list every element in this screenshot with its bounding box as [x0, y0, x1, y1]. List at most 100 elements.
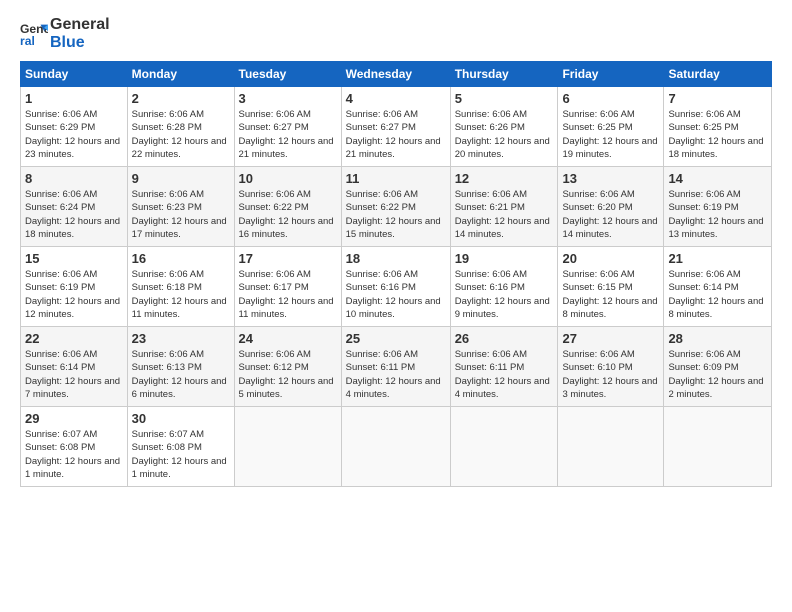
- logo-line2: Blue: [50, 34, 110, 52]
- calendar-cell: [450, 407, 558, 487]
- calendar-cell: 3 Sunrise: 6:06 AM Sunset: 6:27 PM Dayli…: [234, 87, 341, 167]
- day-number: 26: [455, 331, 554, 346]
- calendar-cell: [234, 407, 341, 487]
- day-number: 8: [25, 171, 123, 186]
- day-number: 7: [668, 91, 767, 106]
- day-details: Sunrise: 6:06 AM Sunset: 6:18 PM Dayligh…: [132, 268, 230, 321]
- day-number: 24: [239, 331, 337, 346]
- day-details: Sunrise: 6:06 AM Sunset: 6:29 PM Dayligh…: [25, 108, 123, 161]
- day-details: Sunrise: 6:06 AM Sunset: 6:22 PM Dayligh…: [239, 188, 337, 241]
- day-details: Sunrise: 6:06 AM Sunset: 6:14 PM Dayligh…: [25, 348, 123, 401]
- calendar-cell: 14 Sunrise: 6:06 AM Sunset: 6:19 PM Dayl…: [664, 167, 772, 247]
- calendar-header-row: SundayMondayTuesdayWednesdayThursdayFrid…: [21, 62, 772, 87]
- calendar-cell: 11 Sunrise: 6:06 AM Sunset: 6:22 PM Dayl…: [341, 167, 450, 247]
- day-number: 29: [25, 411, 123, 426]
- calendar-week-1: 1 Sunrise: 6:06 AM Sunset: 6:29 PM Dayli…: [21, 87, 772, 167]
- calendar-cell: 10 Sunrise: 6:06 AM Sunset: 6:22 PM Dayl…: [234, 167, 341, 247]
- day-number: 2: [132, 91, 230, 106]
- calendar-cell: 4 Sunrise: 6:06 AM Sunset: 6:27 PM Dayli…: [341, 87, 450, 167]
- calendar-cell: 19 Sunrise: 6:06 AM Sunset: 6:16 PM Dayl…: [450, 247, 558, 327]
- day-details: Sunrise: 6:06 AM Sunset: 6:19 PM Dayligh…: [668, 188, 767, 241]
- day-number: 16: [132, 251, 230, 266]
- day-number: 23: [132, 331, 230, 346]
- calendar-cell: 17 Sunrise: 6:06 AM Sunset: 6:17 PM Dayl…: [234, 247, 341, 327]
- day-number: 10: [239, 171, 337, 186]
- day-number: 12: [455, 171, 554, 186]
- day-details: Sunrise: 6:06 AM Sunset: 6:23 PM Dayligh…: [132, 188, 230, 241]
- calendar-cell: 25 Sunrise: 6:06 AM Sunset: 6:11 PM Dayl…: [341, 327, 450, 407]
- calendar-cell: 20 Sunrise: 6:06 AM Sunset: 6:15 PM Dayl…: [558, 247, 664, 327]
- day-number: 6: [562, 91, 659, 106]
- day-details: Sunrise: 6:06 AM Sunset: 6:26 PM Dayligh…: [455, 108, 554, 161]
- calendar-cell: 18 Sunrise: 6:06 AM Sunset: 6:16 PM Dayl…: [341, 247, 450, 327]
- day-details: Sunrise: 6:06 AM Sunset: 6:28 PM Dayligh…: [132, 108, 230, 161]
- calendar-cell: 2 Sunrise: 6:06 AM Sunset: 6:28 PM Dayli…: [127, 87, 234, 167]
- day-details: Sunrise: 6:06 AM Sunset: 6:09 PM Dayligh…: [668, 348, 767, 401]
- logo-icon: Gene ral: [20, 20, 48, 48]
- day-number: 1: [25, 91, 123, 106]
- day-number: 3: [239, 91, 337, 106]
- day-details: Sunrise: 6:06 AM Sunset: 6:22 PM Dayligh…: [346, 188, 446, 241]
- calendar-cell: 30 Sunrise: 6:07 AM Sunset: 6:08 PM Dayl…: [127, 407, 234, 487]
- day-details: Sunrise: 6:06 AM Sunset: 6:10 PM Dayligh…: [562, 348, 659, 401]
- calendar-cell: [341, 407, 450, 487]
- day-number: 25: [346, 331, 446, 346]
- day-details: Sunrise: 6:06 AM Sunset: 6:14 PM Dayligh…: [668, 268, 767, 321]
- calendar-cell: 15 Sunrise: 6:06 AM Sunset: 6:19 PM Dayl…: [21, 247, 128, 327]
- day-header-monday: Monday: [127, 62, 234, 87]
- page: Gene ral General Blue SundayMondayTuesda…: [0, 0, 792, 612]
- calendar-cell: [664, 407, 772, 487]
- day-details: Sunrise: 6:06 AM Sunset: 6:11 PM Dayligh…: [346, 348, 446, 401]
- logo-line1: General: [50, 16, 110, 34]
- day-header-thursday: Thursday: [450, 62, 558, 87]
- calendar-cell: 24 Sunrise: 6:06 AM Sunset: 6:12 PM Dayl…: [234, 327, 341, 407]
- day-details: Sunrise: 6:06 AM Sunset: 6:19 PM Dayligh…: [25, 268, 123, 321]
- calendar-table: SundayMondayTuesdayWednesdayThursdayFrid…: [20, 61, 772, 487]
- calendar-cell: 23 Sunrise: 6:06 AM Sunset: 6:13 PM Dayl…: [127, 327, 234, 407]
- day-number: 14: [668, 171, 767, 186]
- calendar-cell: 8 Sunrise: 6:06 AM Sunset: 6:24 PM Dayli…: [21, 167, 128, 247]
- calendar-cell: 21 Sunrise: 6:06 AM Sunset: 6:14 PM Dayl…: [664, 247, 772, 327]
- logo: Gene ral General Blue: [20, 16, 110, 51]
- header: Gene ral General Blue: [20, 16, 772, 51]
- calendar-cell: 6 Sunrise: 6:06 AM Sunset: 6:25 PM Dayli…: [558, 87, 664, 167]
- day-number: 17: [239, 251, 337, 266]
- calendar-cell: 9 Sunrise: 6:06 AM Sunset: 6:23 PM Dayli…: [127, 167, 234, 247]
- calendar-cell: 12 Sunrise: 6:06 AM Sunset: 6:21 PM Dayl…: [450, 167, 558, 247]
- day-header-wednesday: Wednesday: [341, 62, 450, 87]
- day-details: Sunrise: 6:06 AM Sunset: 6:25 PM Dayligh…: [562, 108, 659, 161]
- day-number: 5: [455, 91, 554, 106]
- calendar-cell: 1 Sunrise: 6:06 AM Sunset: 6:29 PM Dayli…: [21, 87, 128, 167]
- day-details: Sunrise: 6:07 AM Sunset: 6:08 PM Dayligh…: [132, 428, 230, 481]
- day-details: Sunrise: 6:06 AM Sunset: 6:25 PM Dayligh…: [668, 108, 767, 161]
- calendar-week-5: 29 Sunrise: 6:07 AM Sunset: 6:08 PM Dayl…: [21, 407, 772, 487]
- day-header-tuesday: Tuesday: [234, 62, 341, 87]
- calendar-cell: 26 Sunrise: 6:06 AM Sunset: 6:11 PM Dayl…: [450, 327, 558, 407]
- day-number: 18: [346, 251, 446, 266]
- day-details: Sunrise: 6:06 AM Sunset: 6:27 PM Dayligh…: [346, 108, 446, 161]
- calendar-week-2: 8 Sunrise: 6:06 AM Sunset: 6:24 PM Dayli…: [21, 167, 772, 247]
- day-number: 28: [668, 331, 767, 346]
- day-details: Sunrise: 6:06 AM Sunset: 6:20 PM Dayligh…: [562, 188, 659, 241]
- day-header-sunday: Sunday: [21, 62, 128, 87]
- svg-text:ral: ral: [20, 34, 35, 48]
- day-details: Sunrise: 6:06 AM Sunset: 6:15 PM Dayligh…: [562, 268, 659, 321]
- day-number: 20: [562, 251, 659, 266]
- calendar-cell: 27 Sunrise: 6:06 AM Sunset: 6:10 PM Dayl…: [558, 327, 664, 407]
- day-details: Sunrise: 6:06 AM Sunset: 6:16 PM Dayligh…: [455, 268, 554, 321]
- day-details: Sunrise: 6:06 AM Sunset: 6:11 PM Dayligh…: [455, 348, 554, 401]
- calendar-cell: 16 Sunrise: 6:06 AM Sunset: 6:18 PM Dayl…: [127, 247, 234, 327]
- day-number: 30: [132, 411, 230, 426]
- day-number: 15: [25, 251, 123, 266]
- day-number: 11: [346, 171, 446, 186]
- day-header-saturday: Saturday: [664, 62, 772, 87]
- day-details: Sunrise: 6:06 AM Sunset: 6:17 PM Dayligh…: [239, 268, 337, 321]
- calendar-week-3: 15 Sunrise: 6:06 AM Sunset: 6:19 PM Dayl…: [21, 247, 772, 327]
- day-details: Sunrise: 6:06 AM Sunset: 6:12 PM Dayligh…: [239, 348, 337, 401]
- day-details: Sunrise: 6:06 AM Sunset: 6:27 PM Dayligh…: [239, 108, 337, 161]
- calendar-cell: 22 Sunrise: 6:06 AM Sunset: 6:14 PM Dayl…: [21, 327, 128, 407]
- day-number: 21: [668, 251, 767, 266]
- day-details: Sunrise: 6:06 AM Sunset: 6:13 PM Dayligh…: [132, 348, 230, 401]
- day-number: 4: [346, 91, 446, 106]
- calendar-cell: 29 Sunrise: 6:07 AM Sunset: 6:08 PM Dayl…: [21, 407, 128, 487]
